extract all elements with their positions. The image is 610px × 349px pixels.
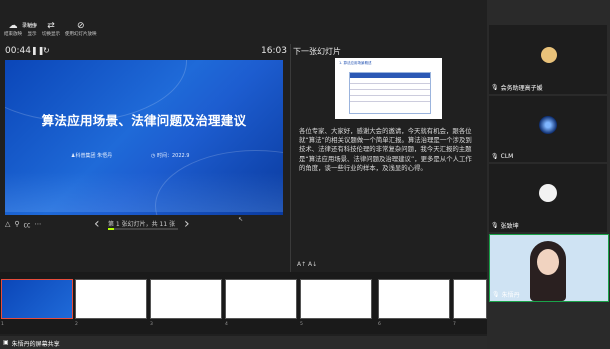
cursor-icon: ↖: [238, 216, 244, 223]
avatar: [539, 184, 557, 202]
slide-title: 算法应用场景、法律问题及治理建议: [41, 113, 247, 128]
thumbnail-number: 7: [453, 322, 456, 327]
subtitle-icon[interactable]: ㏄: [24, 220, 31, 230]
recording-label: 录制中: [22, 23, 38, 29]
participant-tile[interactable]: 🎙 CLM: [489, 96, 607, 162]
thumbnail-number: 2: [75, 322, 78, 327]
thumbnail-slide-3[interactable]: 3: [150, 279, 222, 327]
mic-icon: 🎙: [491, 153, 499, 160]
end-show-button[interactable]: ☁ 结束放映: [4, 21, 22, 38]
participant-tile[interactable]: 🎙 会务助理高子媛: [489, 25, 607, 94]
participant-name: 🎙 会务助理高子媛: [491, 84, 543, 92]
thumbnail-slide-5[interactable]: 5: [300, 279, 372, 327]
next-slide-caption: 1. 算法应用场景概述: [339, 61, 372, 65]
slide-author: ♟科普集团 朱悟丹: [71, 153, 113, 159]
slideshow-button[interactable]: ⊘ 使用幻灯片放映: [65, 21, 97, 38]
prev-slide-button[interactable]: ‹: [94, 216, 100, 232]
swap-label: 切换显示: [42, 32, 60, 37]
hide-icon: ⊘: [76, 21, 85, 31]
mic-icon: 🎙: [491, 222, 499, 229]
thumbnail-number: 1: [1, 322, 4, 327]
thumbnail-slide-6[interactable]: 6: [378, 279, 450, 327]
next-slide-preview: 1. 算法应用场景概述: [335, 58, 442, 119]
pen-icon[interactable]: △: [5, 220, 10, 230]
footer-bar: [0, 336, 487, 349]
next-slide-button[interactable]: ›: [184, 216, 190, 232]
mic-icon: 🎙: [491, 84, 499, 91]
cloud-icon: ☁: [8, 21, 18, 31]
reset-icon[interactable]: ↻: [43, 46, 50, 55]
end-show-label: 结束放映: [4, 32, 22, 37]
screen-share-text: 朱悟丹的屏幕共享: [11, 341, 60, 348]
mic-icon: 🎙: [492, 291, 500, 298]
elapsed-timer: 00:44: [5, 46, 31, 56]
thumbnail-slide-2[interactable]: 2: [75, 279, 147, 327]
current-slide: 算法应用场景、法律问题及治理建议 ♟科普集团 朱悟丹 ◷ 时间：2022.9: [5, 60, 283, 215]
slide-tools: △ ⚲ ㏄ ⋯: [5, 220, 42, 230]
slide-progress-track: [108, 228, 178, 230]
thumbnail-number: 5: [300, 322, 303, 327]
font-size-controls[interactable]: A↑ A↓: [297, 261, 317, 268]
screen-share-label: ▣ 朱悟丹的屏幕共享: [3, 339, 60, 348]
next-slide-table: [349, 72, 431, 114]
video-face: [537, 249, 559, 275]
participant-tile-active[interactable]: 🎙 朱悟丹: [489, 234, 609, 302]
slide-wave: [5, 172, 283, 212]
swap-display-button[interactable]: ⇄ 切换显示: [42, 21, 60, 38]
display-label: 显示: [27, 32, 37, 37]
participant-name: 🎙 朱悟丹: [492, 291, 520, 299]
speaker-notes: 各位专家、大家好，感谢大会的邀请，今天就有机会，跟各位就“算法”的相关议题做一个…: [299, 127, 472, 172]
next-slide-label: 下一张幻灯片: [293, 47, 341, 56]
slide-progress-fill: [108, 228, 115, 230]
slideshow-label: 使用幻灯片放映: [65, 32, 97, 37]
slide-date: ◷ 时间：2022.9: [151, 153, 190, 159]
thumbnail-slide-1[interactable]: 1: [1, 279, 73, 327]
more-icon[interactable]: ⋯: [35, 220, 42, 230]
thumbnail-slide-4[interactable]: 4: [225, 279, 297, 327]
slide-counter: 第 1 张幻灯片，共 11 张: [108, 221, 176, 228]
thumbnail-number: 3: [150, 322, 153, 327]
presenter-toolbar: ☁ 结束放映 ▭ 显示 ⇄ 切换显示 ⊘ 使用幻灯片放映: [4, 21, 97, 38]
thumbnail-slide-7[interactable]: 7: [453, 279, 487, 327]
thumbnail-number: 4: [225, 322, 228, 327]
avatar: [539, 116, 557, 134]
participant-name: 🎙 张致坤: [491, 222, 519, 230]
clock: 16:03: [261, 46, 287, 56]
participant-tile[interactable]: 🎙 张致坤: [489, 164, 607, 232]
participant-name: 🎙 CLM: [491, 153, 514, 160]
swap-icon: ⇄: [47, 21, 55, 31]
share-icon: ▣: [3, 339, 9, 346]
pane-divider[interactable]: [290, 44, 291, 272]
thumbnail-number: 6: [378, 322, 381, 327]
avatar: [541, 47, 557, 63]
zoom-icon[interactable]: ⚲: [14, 220, 19, 230]
